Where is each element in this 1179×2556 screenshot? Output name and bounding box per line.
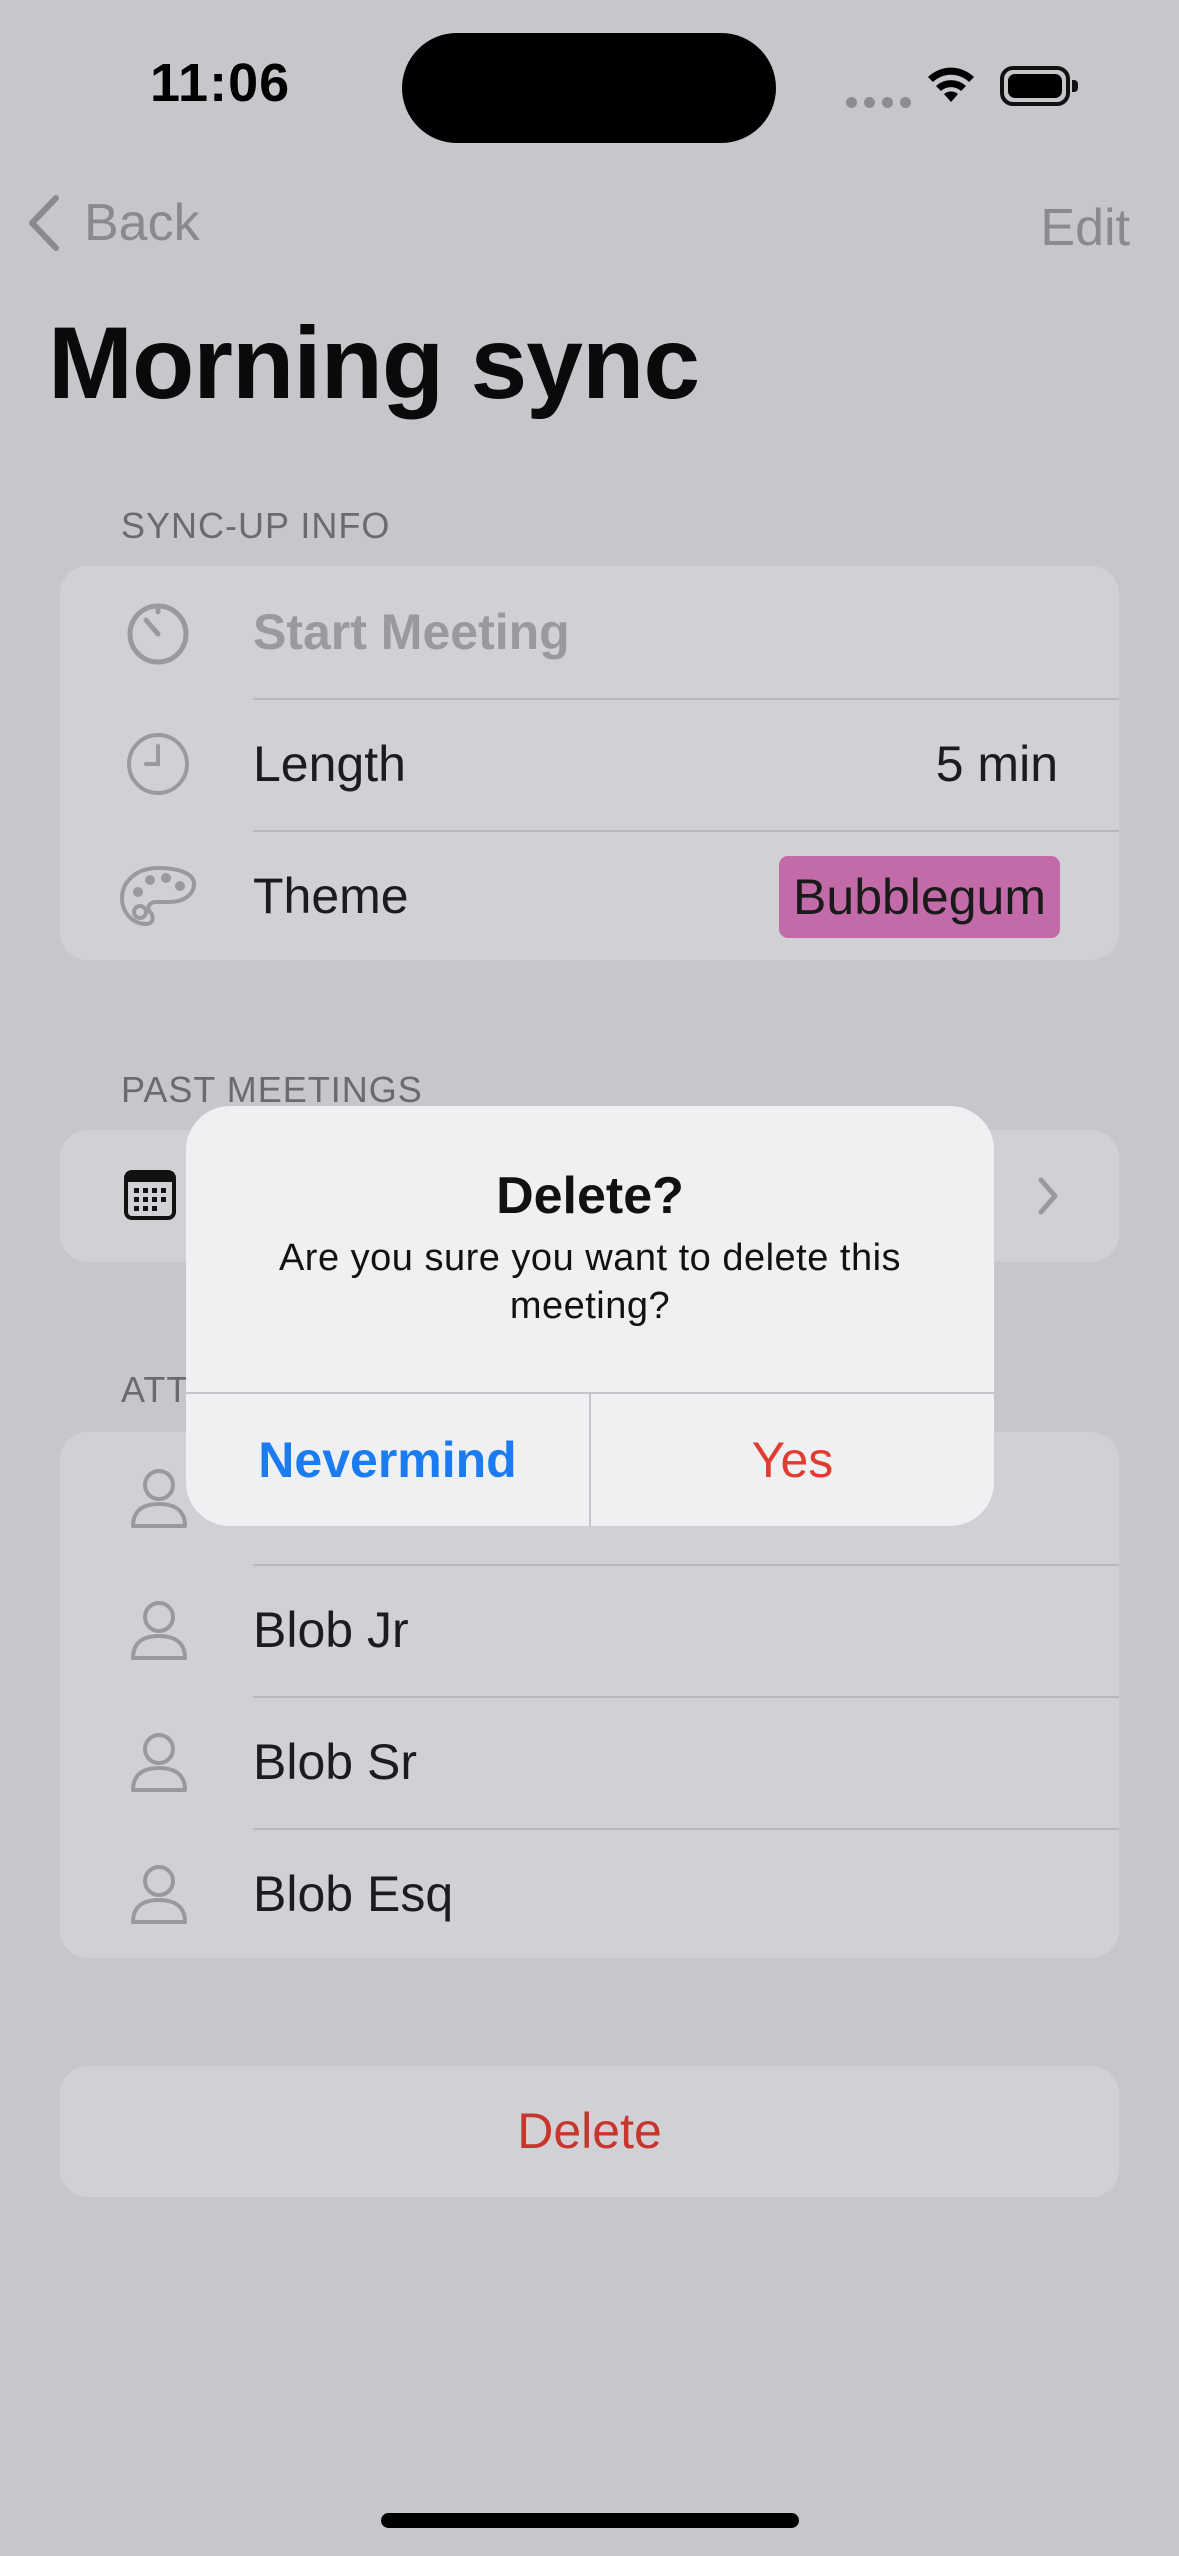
attendee-row: Blob Sr — [60, 1696, 1119, 1828]
cellular-signal-icon — [846, 95, 918, 113]
person-icon — [131, 1469, 187, 1528]
battery-icon — [1000, 66, 1078, 106]
home-indicator[interactable] — [381, 2513, 799, 2528]
start-meeting-row[interactable]: Start Meeting — [60, 566, 1119, 698]
theme-badge: Bubblegum — [779, 856, 1060, 938]
section-header-attendees: ATT — [121, 1369, 190, 1410]
sync-up-info-card: Start Meeting Length 5 min Theme Bubbleg… — [60, 566, 1119, 960]
length-value: 5 min — [935, 736, 1058, 792]
attendee-row: Blob Esq — [60, 1828, 1119, 1958]
chevron-left-icon — [29, 195, 59, 251]
start-meeting-label: Start Meeting — [253, 604, 570, 660]
theme-label: Theme — [253, 868, 409, 924]
page-title: Morning sync — [48, 306, 700, 420]
attendee-name: Blob Sr — [253, 1734, 417, 1790]
section-header-sync-up-info: SYNC-UP INFO — [121, 505, 391, 546]
chevron-right-icon — [1038, 1177, 1058, 1215]
palette-icon — [119, 865, 197, 927]
theme-row: Theme Bubblegum — [60, 830, 1119, 960]
delete-confirmation-alert: Delete? Are you sure you want to delete … — [186, 1106, 994, 1526]
status-time: 11:06 — [150, 53, 291, 113]
person-icon — [131, 1865, 187, 1924]
yes-button[interactable]: Yes — [591, 1394, 994, 1526]
alert-title: Delete? — [496, 1167, 684, 1225]
attendee-name: Blob Esq — [253, 1866, 454, 1922]
clock-icon — [127, 733, 189, 795]
attendee-row: Blob Jr — [60, 1564, 1119, 1696]
person-icon — [131, 1601, 187, 1660]
timer-icon — [127, 603, 189, 665]
length-label: Length — [253, 736, 406, 792]
attendee-name: Blob Jr — [253, 1602, 409, 1658]
section-header-past-meetings: PAST MEETINGS — [121, 1069, 423, 1110]
dynamic-island — [402, 33, 776, 143]
length-row: Length 5 min — [60, 698, 1119, 830]
delete-button[interactable]: Delete — [60, 2066, 1119, 2197]
wifi-icon — [922, 62, 980, 111]
alert-message: Are you sure you want to delete this mee… — [278, 1237, 902, 1327]
edit-button[interactable]: Edit — [1040, 198, 1130, 258]
back-button[interactable]: Back — [26, 193, 200, 253]
person-icon — [131, 1733, 187, 1792]
nevermind-button[interactable]: Nevermind — [186, 1394, 589, 1526]
back-label: Back — [84, 194, 200, 252]
calendar-icon — [124, 1170, 176, 1220]
